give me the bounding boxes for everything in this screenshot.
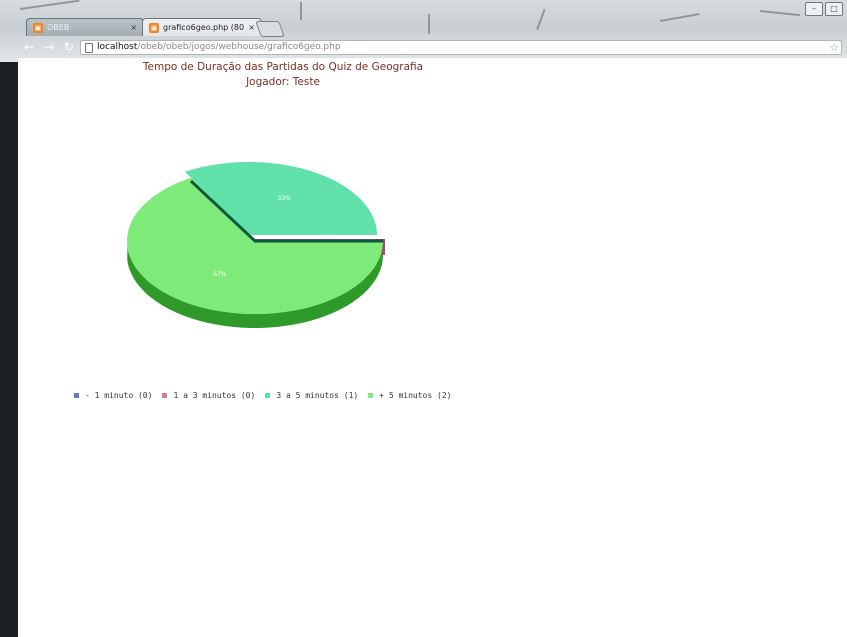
legend-item: 1 a 3 minutos (0) [162, 391, 255, 400]
legend-swatch [265, 393, 271, 398]
minimize-button[interactable]: – [805, 2, 823, 16]
legend-label: - 1 minuto (0) [85, 391, 153, 400]
toolbar: ← → ↻ localhost/obeb/obeb/jogos/webhouse… [0, 36, 847, 58]
close-tab-icon[interactable]: × [248, 23, 255, 32]
chart-legend: - 1 minuto (0) 1 a 3 minutos (0) 3 a 5 min… [74, 391, 451, 400]
pie-chart: 0% 33% 67% [127, 162, 385, 328]
tab-grafico6geo[interactable]: ▣ grafico6geo.php (800×60 × [142, 18, 262, 36]
url-host: localhost [97, 42, 138, 52]
legend-swatch [74, 393, 79, 398]
legend-swatch [162, 393, 168, 398]
url-path: /obeb/obeb/jogos/webhouse/grafico6geo.ph… [137, 42, 341, 52]
legend-item: - 1 minuto (0) [74, 391, 152, 400]
legend-item: + 5 minutos (2) [368, 391, 451, 400]
tab-label: grafico6geo.php (800×60 [163, 23, 245, 32]
new-tab-button[interactable] [255, 21, 285, 37]
window-controls: – □ [805, 2, 843, 16]
maximize-button[interactable]: □ [825, 2, 843, 16]
pie-data-label-3: 33% [278, 195, 292, 202]
forward-arrow-icon[interactable]: → [42, 40, 56, 54]
tab-strip: ▣ OBEB × ▣ grafico6geo.php (800×60 × – □ [0, 0, 847, 37]
browser-chrome: ▣ OBEB × ▣ grafico6geo.php (800×60 × – □… [0, 0, 847, 62]
address-bar[interactable]: localhost/obeb/obeb/jogos/webhouse/grafi… [80, 40, 842, 55]
legend-label: 1 a 3 minutos (0) [173, 391, 256, 400]
legend-swatch [368, 393, 374, 398]
orange-square-icon: ▣ [33, 22, 43, 33]
page-viewport: Tempo de Duração das Partidas do Quiz de… [18, 58, 847, 637]
legend-item: 3 a 5 minutos (1) [265, 391, 358, 400]
legend-label: 3 a 5 minutos (1) [276, 391, 359, 400]
orange-square-icon: ▣ [149, 22, 159, 33]
tab-label: OBEB [47, 23, 70, 32]
reload-icon[interactable]: ↻ [62, 40, 76, 54]
back-arrow-icon[interactable]: ← [22, 40, 36, 54]
bookmark-star-icon[interactable]: ☆ [829, 41, 839, 54]
pie-data-label-4: 67% [213, 271, 227, 278]
pie-data-label-2: 0% [324, 234, 334, 241]
tab-obeb[interactable]: ▣ OBEB × [26, 18, 144, 36]
legend-label: + 5 minutos (2) [379, 391, 452, 400]
close-tab-icon[interactable]: × [130, 23, 137, 32]
page-icon [85, 43, 93, 53]
